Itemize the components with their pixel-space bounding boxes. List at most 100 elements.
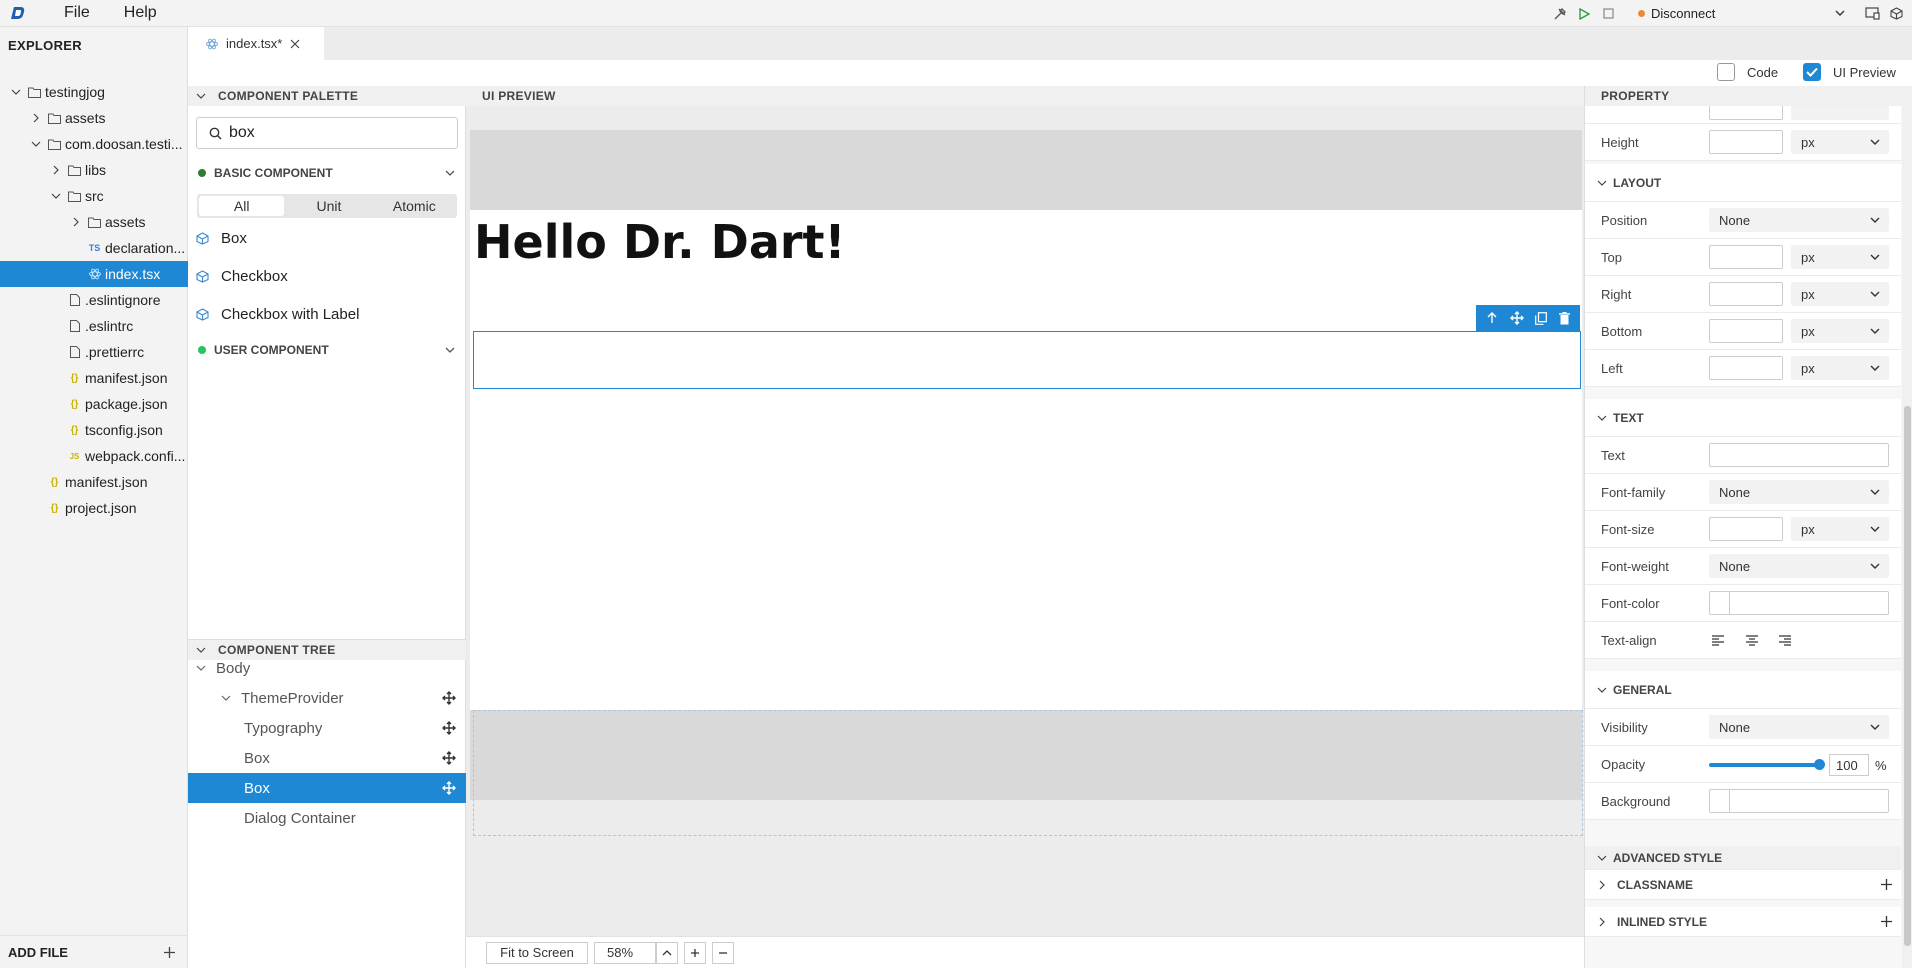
zoom-out-button[interactable]: [712, 941, 734, 964]
run-icon[interactable]: [1576, 6, 1592, 22]
tree-item-file[interactable]: .prettierrc: [0, 339, 188, 365]
visibility-select[interactable]: None: [1709, 715, 1889, 739]
tree-item-folder[interactable]: assets: [0, 209, 188, 235]
align-right-icon[interactable]: [1778, 634, 1792, 646]
menu-file[interactable]: File: [64, 4, 90, 22]
scrollbar-thumb[interactable]: [1904, 406, 1911, 946]
general-section-header[interactable]: GENERAL: [1585, 671, 1901, 709]
font-size-unit-select[interactable]: px: [1791, 517, 1889, 541]
tree-item-file[interactable]: {} package.json: [0, 391, 188, 417]
tree-item-file[interactable]: {} manifest.json: [0, 469, 188, 495]
code-toggle[interactable]: Code: [1717, 63, 1778, 81]
width-input[interactable]: [1709, 106, 1783, 120]
opacity-slider-handle[interactable]: [1814, 759, 1825, 770]
connection-dropdown[interactable]: Disconnect: [1632, 3, 1850, 24]
selected-box-outline[interactable]: [473, 331, 1581, 389]
fit-to-screen-button[interactable]: Fit to Screen: [486, 941, 588, 964]
tree-node-body[interactable]: Body: [188, 653, 466, 683]
tree-node-box-selected[interactable]: Box: [188, 773, 466, 803]
stop-icon[interactable]: [1600, 6, 1616, 22]
left-unit-select[interactable]: px: [1791, 356, 1889, 380]
tree-item-file[interactable]: .eslintignore: [0, 287, 188, 313]
advanced-style-header[interactable]: ADVANCED STYLE: [1585, 846, 1901, 870]
background-color-input[interactable]: [1709, 789, 1889, 813]
trash-icon[interactable]: [1559, 311, 1571, 325]
color-swatch[interactable]: [1710, 790, 1730, 812]
color-swatch[interactable]: [1710, 592, 1730, 614]
top-unit-select[interactable]: px: [1791, 245, 1889, 269]
move-handle-icon[interactable]: [442, 691, 456, 705]
build-icon[interactable]: [1552, 6, 1568, 22]
move-handle-icon[interactable]: [442, 721, 456, 735]
tree-item-folder[interactable]: libs: [0, 157, 188, 183]
height-input[interactable]: [1709, 130, 1783, 154]
add-file-plus-icon[interactable]: [163, 946, 176, 959]
device-icon[interactable]: [1864, 6, 1880, 22]
filter-unit[interactable]: Unit: [286, 194, 371, 218]
filter-all[interactable]: All: [199, 196, 285, 216]
text-input[interactable]: [1709, 443, 1889, 467]
inlined-style-row[interactable]: INLINED STYLE: [1585, 907, 1901, 937]
top-input[interactable]: [1709, 245, 1783, 269]
tree-node-dialog-container[interactable]: Dialog Container: [188, 803, 466, 833]
classname-row[interactable]: CLASSNAME: [1585, 870, 1901, 900]
arrow-up-icon[interactable]: [1486, 312, 1498, 324]
add-inline-style-plus-icon[interactable]: [1880, 915, 1893, 928]
palette-item-checkbox-with-label[interactable]: Checkbox with Label: [196, 303, 359, 325]
bottom-unit-select[interactable]: px: [1791, 319, 1889, 343]
right-input[interactable]: [1709, 282, 1783, 306]
tree-item-file[interactable]: JS webpack.confi...: [0, 443, 188, 469]
font-color-input[interactable]: [1709, 591, 1889, 615]
font-size-input[interactable]: [1709, 517, 1783, 541]
palette-item-box[interactable]: Box: [196, 227, 247, 249]
filter-atomic[interactable]: Atomic: [372, 194, 457, 218]
font-weight-select[interactable]: None: [1709, 554, 1889, 578]
property-scrollbar[interactable]: [1902, 106, 1912, 968]
position-select[interactable]: None: [1709, 208, 1889, 232]
layout-section-header[interactable]: LAYOUT: [1585, 164, 1901, 202]
zoom-up-button[interactable]: [656, 941, 678, 964]
tree-item-file[interactable]: TS declaration...: [0, 235, 188, 261]
add-classname-plus-icon[interactable]: [1880, 878, 1893, 891]
tree-item-folder[interactable]: com.doosan.testi...: [0, 131, 188, 157]
copy-icon[interactable]: [1535, 311, 1548, 325]
text-section-header[interactable]: TEXT: [1585, 399, 1901, 437]
tree-item-file-selected[interactable]: index.tsx: [0, 261, 188, 287]
preview-heading[interactable]: Hello Dr. Dart!: [474, 215, 846, 269]
right-unit-select[interactable]: px: [1791, 282, 1889, 306]
tree-node-themeprovider[interactable]: ThemeProvider: [188, 683, 466, 713]
tree-item-file[interactable]: {} project.json: [0, 495, 188, 521]
tree-item-folder[interactable]: testingjog: [0, 79, 188, 105]
move-icon[interactable]: [1509, 311, 1524, 325]
basic-component-group[interactable]: BASIC COMPONENT: [188, 162, 466, 184]
user-component-group[interactable]: USER COMPONENT: [188, 339, 466, 361]
tree-item-folder[interactable]: assets: [0, 105, 188, 131]
width-unit-select[interactable]: [1791, 106, 1889, 120]
move-handle-icon[interactable]: [442, 781, 456, 795]
preview-canvas[interactable]: [470, 210, 1582, 710]
dialog-container-outline[interactable]: [473, 710, 1583, 836]
zoom-in-button[interactable]: [684, 941, 706, 964]
palette-header[interactable]: COMPONENT PALETTE: [188, 86, 466, 106]
opacity-input[interactable]: 100: [1829, 754, 1869, 776]
zoom-input[interactable]: 58%: [594, 941, 656, 964]
close-icon[interactable]: [290, 39, 300, 49]
tree-item-file[interactable]: .eslintrc: [0, 313, 188, 339]
palette-item-checkbox[interactable]: Checkbox: [196, 265, 288, 287]
tree-item-folder[interactable]: src: [0, 183, 188, 209]
tree-node-typography[interactable]: Typography: [188, 713, 466, 743]
left-input[interactable]: [1709, 356, 1783, 380]
tree-item-file[interactable]: {} manifest.json: [0, 365, 188, 391]
palette-search-input[interactable]: box: [196, 117, 458, 149]
align-center-icon[interactable]: [1745, 634, 1759, 646]
ui-preview-checkbox[interactable]: [1803, 63, 1821, 81]
font-family-select[interactable]: None: [1709, 480, 1889, 504]
tree-item-file[interactable]: {} tsconfig.json: [0, 417, 188, 443]
height-unit-select[interactable]: px: [1791, 130, 1889, 154]
ui-preview-toggle[interactable]: UI Preview: [1803, 63, 1896, 81]
opacity-slider-track[interactable]: [1709, 763, 1817, 767]
package-icon[interactable]: [1888, 6, 1904, 22]
menu-help[interactable]: Help: [124, 4, 157, 22]
tree-node-box[interactable]: Box: [188, 743, 466, 773]
align-left-icon[interactable]: [1711, 634, 1725, 646]
